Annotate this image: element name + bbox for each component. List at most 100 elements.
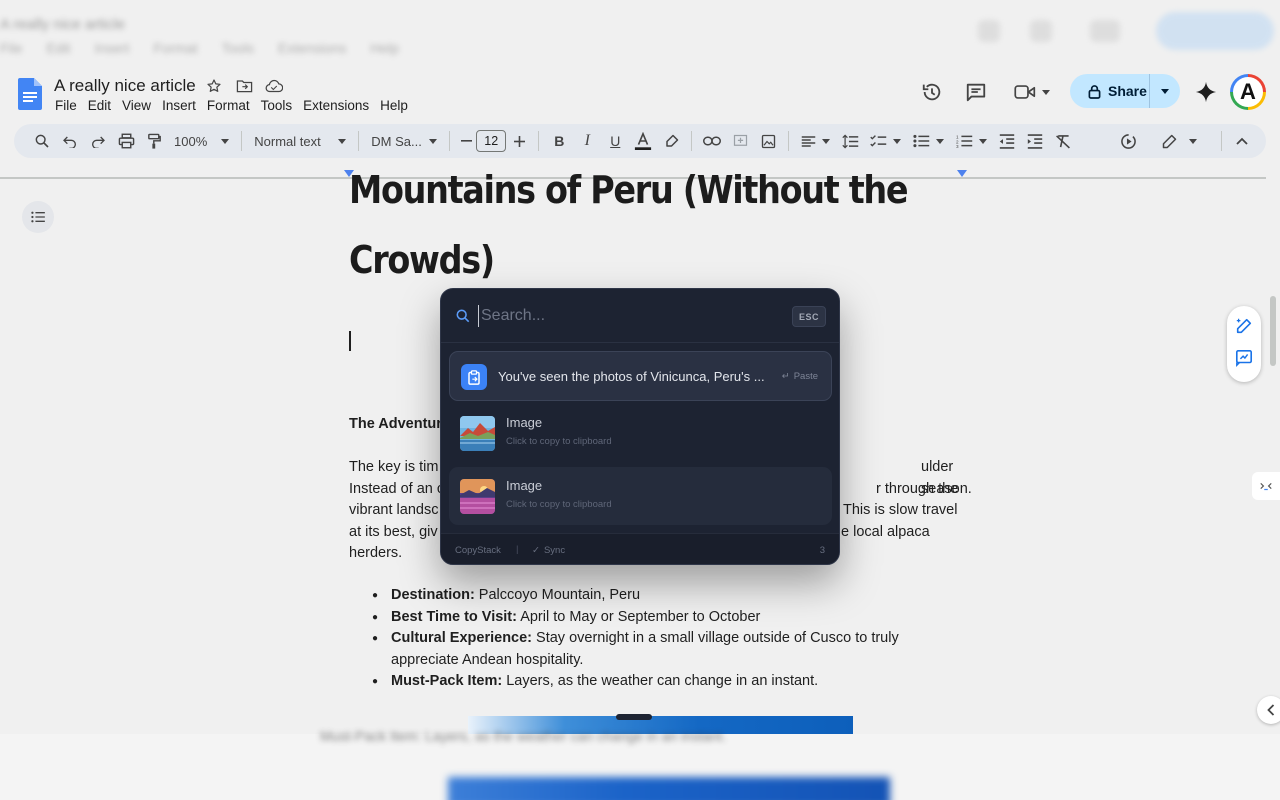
clipboard-item-image[interactable]: Image Click to copy to clipboard: [449, 406, 832, 462]
account-avatar[interactable]: A: [1230, 74, 1266, 110]
search-input[interactable]: [478, 305, 778, 327]
share-label: Share: [1108, 83, 1147, 99]
video-icon: [1090, 20, 1120, 42]
print-icon[interactable]: [112, 128, 140, 154]
summarize-icon[interactable]: [1235, 349, 1253, 372]
insert-image-icon[interactable]: [754, 128, 782, 154]
menu-insert[interactable]: Insert: [162, 98, 196, 113]
search-icon: [456, 309, 470, 323]
redo-icon[interactable]: [84, 128, 112, 154]
docs-header: A really nice article File Edit View Ins…: [0, 66, 1280, 120]
numbered-list-select[interactable]: 123: [950, 128, 993, 154]
copystack-popup: ESC You've seen the photos of Vinicunca,…: [440, 288, 840, 565]
italic-icon[interactable]: I: [573, 128, 601, 154]
paragraph-style-select[interactable]: Normal text: [248, 128, 352, 154]
editing-mode-select[interactable]: [1156, 128, 1203, 154]
bold-icon[interactable]: B: [545, 128, 573, 154]
clear-formatting-icon[interactable]: [1049, 128, 1077, 154]
editing-history-icon[interactable]: [1114, 128, 1142, 154]
menu-help[interactable]: Help: [380, 98, 408, 113]
increase-font-size-icon[interactable]: [506, 128, 532, 154]
paint-format-icon[interactable]: [140, 128, 168, 154]
menu-tools[interactable]: Tools: [261, 98, 293, 113]
help-me-write-icon[interactable]: [1235, 317, 1253, 340]
para-line-left: Instead of an c: [349, 480, 445, 497]
side-actions-panel: [1227, 306, 1261, 382]
document-outline-icon[interactable]: [22, 201, 54, 233]
para-line-left: vibrant landsc: [349, 502, 439, 518]
underline-icon[interactable]: U: [601, 128, 629, 154]
insert-link-icon[interactable]: [698, 128, 726, 154]
font-select[interactable]: DM Sa...: [365, 128, 443, 154]
document-heading-line1[interactable]: Mountains of Peru (Without the: [349, 168, 909, 212]
para-line-left: herders.: [349, 545, 403, 561]
svg-text:3: 3: [956, 144, 959, 148]
menu-view[interactable]: View: [122, 98, 151, 113]
clipboard-item-subtitle: Click to copy to clipboard: [506, 436, 612, 447]
docs-logo-icon[interactable]: [18, 78, 42, 110]
background-window-menu: File Edit Insert Format Tools Extensions…: [0, 40, 400, 56]
lock-icon: [1088, 84, 1101, 99]
list-item: Best Time to Visit: April to May or Sept…: [372, 607, 932, 629]
list-item: Must-Pack Item: Layers, as the weather c…: [372, 671, 932, 693]
meet-icon[interactable]: [1010, 74, 1054, 110]
section-heading[interactable]: The Adventur: [349, 416, 442, 432]
sync-status[interactable]: ✓ Sync: [532, 545, 565, 556]
list-item-label: Best Time to Visit:: [391, 608, 517, 625]
list-item-text: April to May or September to October: [516, 608, 761, 625]
gemini-sparkle-icon[interactable]: [1192, 74, 1220, 110]
star-icon[interactable]: [205, 77, 223, 95]
collapse-side-panel-chevron-left-icon[interactable]: [1257, 696, 1280, 724]
text-color-icon[interactable]: [629, 128, 657, 154]
image-thumbnail-flowers-sunset: [460, 479, 495, 514]
share-button[interactable]: Share: [1070, 74, 1180, 108]
image-handle: [616, 714, 652, 720]
menu-edit[interactable]: Edit: [88, 98, 111, 113]
paste-label: Paste: [793, 371, 818, 382]
history-icon: [978, 20, 1000, 42]
align-select[interactable]: [795, 128, 836, 154]
list-item-text: Layers, as the weather can change in an …: [502, 673, 819, 689]
clipboard-item-text[interactable]: You've seen the photos of Vinicunca, Per…: [449, 351, 832, 401]
background-share-button: [1156, 12, 1274, 50]
bulleted-list-select[interactable]: [907, 128, 950, 154]
document-title[interactable]: A really nice article: [54, 76, 196, 96]
zoom-select[interactable]: 100%: [168, 128, 235, 154]
paragraph-style-value: Normal text: [254, 133, 321, 149]
menu-file[interactable]: File: [55, 98, 77, 113]
clipboard-item-image[interactable]: Image Click to copy to clipboard: [449, 467, 832, 525]
undo-icon[interactable]: [56, 128, 84, 154]
cloud-saved-icon[interactable]: [265, 77, 283, 95]
document-heading-line2[interactable]: Crowds): [349, 238, 495, 282]
esc-key-badge[interactable]: ESC: [792, 306, 826, 327]
font-size-input[interactable]: 12: [476, 130, 507, 152]
decrease-indent-icon[interactable]: [993, 128, 1021, 154]
share-dropdown-button[interactable]: [1150, 88, 1180, 94]
decrease-font-size-icon[interactable]: [456, 128, 476, 154]
menu-extensions[interactable]: Extensions: [303, 98, 369, 113]
toolbar-divider: [241, 131, 243, 151]
comments-icon[interactable]: [962, 74, 990, 110]
text-cursor: [349, 331, 351, 351]
search-menus-icon[interactable]: [28, 128, 56, 154]
checklist-select[interactable]: [864, 128, 907, 154]
list-item: Destination: Palccoyo Mountain, Peru: [372, 585, 932, 607]
collapse-toolbar-chevron-up-icon[interactable]: [1228, 128, 1256, 154]
insert-comment-icon[interactable]: [726, 128, 754, 154]
version-history-icon[interactable]: [918, 74, 946, 110]
move-to-folder-icon[interactable]: [235, 77, 253, 95]
blurred-background-image: [448, 777, 890, 800]
popup-footer: CopyStack | ✓ Sync 3: [441, 533, 839, 564]
bulleted-list[interactable]: Destination: Palccoyo Mountain, Peru Bes…: [372, 585, 932, 693]
menu-format[interactable]: Format: [207, 98, 250, 113]
line-spacing-icon[interactable]: [836, 128, 864, 154]
side-extension-icon[interactable]: [1252, 472, 1280, 500]
paste-action[interactable]: ↵ Paste: [782, 371, 818, 382]
font-value: DM Sa...: [371, 133, 422, 149]
scrollbar[interactable]: [1270, 296, 1276, 366]
highlight-color-icon[interactable]: [657, 128, 685, 154]
increase-indent-icon[interactable]: [1021, 128, 1049, 154]
toolbar-divider: [538, 131, 540, 151]
right-indent-marker[interactable]: [957, 170, 967, 177]
menu-bar: File Edit View Insert Format Tools Exten…: [55, 98, 419, 113]
